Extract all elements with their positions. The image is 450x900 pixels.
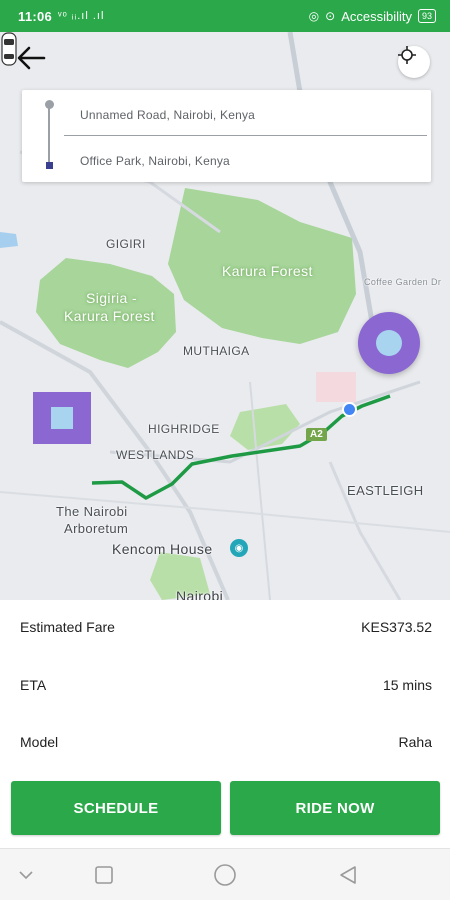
road-a2-badge: A2 — [306, 428, 327, 441]
trip-info-panel: Estimated Fare KES373.52 ETA 15 mins Mod… — [0, 600, 450, 774]
label-muthaiga: MUTHAIGA — [183, 344, 250, 358]
ride-now-button[interactable]: RIDE NOW — [230, 781, 440, 835]
arrow-left-icon — [17, 46, 46, 70]
privacy-icon: ◎ — [308, 9, 320, 23]
nav-recents-button[interactable] — [92, 863, 116, 887]
battery-icon: 93 — [417, 9, 436, 23]
eta-label: ETA — [20, 677, 47, 693]
destination-square-icon — [46, 162, 53, 169]
pickup-marker-inner — [376, 330, 402, 356]
fare-label: Estimated Fare — [20, 619, 115, 635]
destination-marker[interactable] — [33, 392, 91, 444]
locate-button[interactable] — [398, 46, 430, 78]
route-divider — [64, 135, 427, 136]
label-eastleigh: EASTLEIGH — [347, 483, 424, 498]
origin-field[interactable]: Unnamed Road, Nairobi, Kenya — [80, 108, 255, 122]
status-right: ◎ ⊙ Accessibility 93 — [309, 9, 436, 24]
origin-dot-icon — [45, 100, 54, 109]
status-time: 11:06 — [18, 8, 53, 24]
eta-value: 15 mins — [382, 677, 432, 693]
label-coffee-garden: Coffee Garden Dr — [364, 277, 442, 287]
camera-poi-icon[interactable]: ◉ — [230, 539, 248, 557]
label-gigiri: GIGIRI — [106, 237, 146, 251]
nav-collapse-button[interactable] — [14, 863, 38, 887]
location-icon: ⊙ — [325, 9, 336, 23]
label-arboretum-2: Arboretum — [64, 521, 129, 536]
water-area — [0, 232, 18, 248]
my-location-icon — [342, 402, 357, 417]
route-card: Unnamed Road, Nairobi, Kenya Office Park… — [22, 90, 431, 182]
nav-back-button[interactable] — [336, 863, 360, 887]
schedule-button[interactable]: SCHEDULE — [11, 781, 221, 835]
square-icon — [95, 866, 113, 884]
eta-row: ETA 15 mins — [20, 675, 432, 695]
model-row: Model Raha — [20, 732, 432, 752]
system-nav-bar — [0, 848, 450, 900]
label-sigiria-2: Karura Forest — [64, 308, 155, 324]
model-value: Raha — [398, 734, 432, 750]
label-westlands: WESTLANDS — [116, 448, 195, 462]
chevron-down-icon — [19, 871, 33, 880]
status-bar: 11:06 ᵛᵒ ᵢᵢ.ıl .ıl ◎ ⊙ Accessibility 93 — [0, 0, 450, 32]
accessibility-text: Accessibility — [341, 8, 412, 24]
signal-icon: ᵛᵒ ᵢᵢ.ıl .ıl — [58, 10, 105, 22]
hospital-area — [316, 372, 356, 402]
model-label: Model — [20, 734, 59, 750]
label-sigiria-1: Sigiria - — [86, 290, 138, 306]
fare-row: Estimated Fare KES373.52 — [20, 617, 432, 637]
status-left: 11:06 ᵛᵒ ᵢᵢ.ıl .ıl — [18, 9, 104, 24]
label-kencom-house: Kencom House — [112, 541, 213, 557]
nav-home-button[interactable] — [213, 863, 237, 887]
label-arboretum-1: The Nairobi — [56, 504, 128, 519]
map-view[interactable]: GIGIRI Karura Forest Sigiria - Karura Fo… — [0, 32, 450, 600]
back-button[interactable] — [16, 46, 56, 86]
destination-field[interactable]: Office Park, Nairobi, Kenya — [80, 154, 230, 168]
label-highridge: HIGHRIDGE — [148, 422, 220, 436]
route-connector — [48, 104, 50, 164]
fare-value: KES373.52 — [361, 619, 432, 635]
destination-marker-inner — [51, 407, 73, 429]
label-karura-forest: Karura Forest — [222, 263, 313, 279]
label-nairobi: Nairobi — [176, 588, 224, 600]
triangle-back-icon — [340, 866, 356, 884]
crosshair-icon — [398, 46, 416, 64]
pickup-marker[interactable] — [358, 312, 420, 374]
circle-icon — [214, 864, 236, 886]
